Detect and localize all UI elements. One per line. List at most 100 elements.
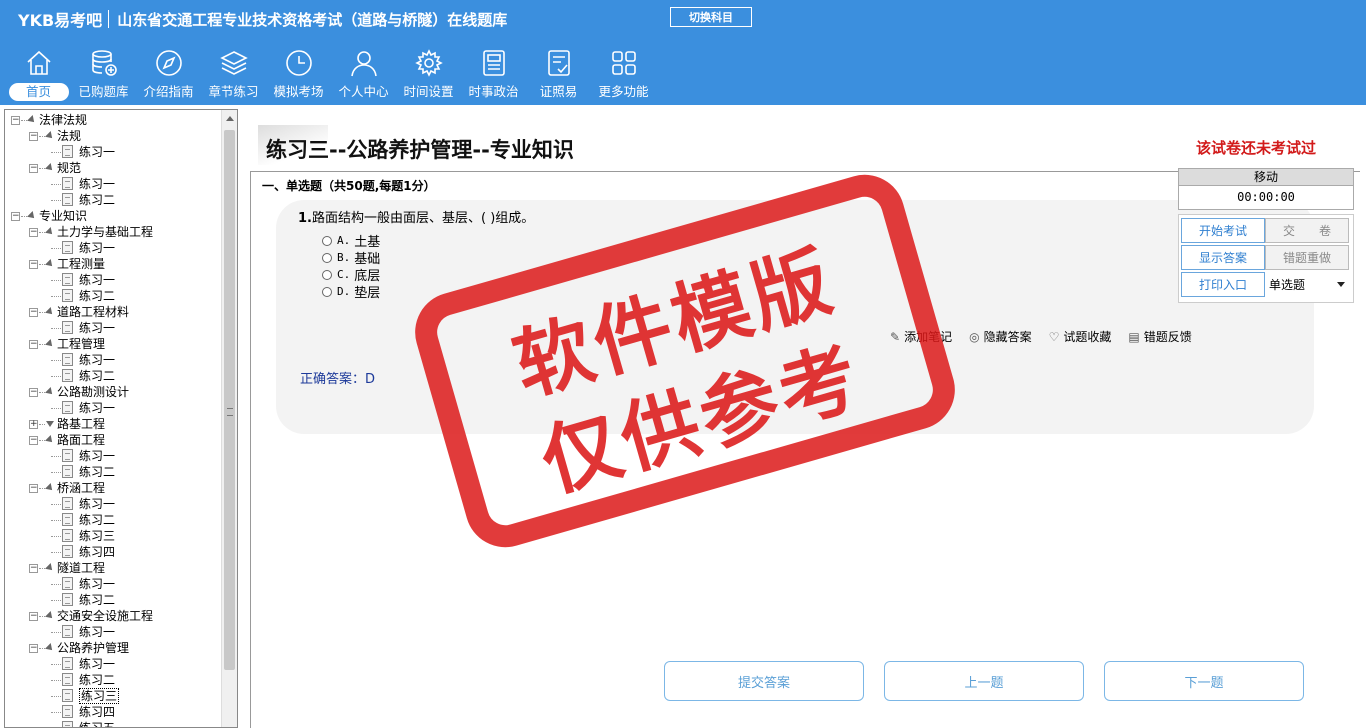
tree-folder-item[interactable]: − 工程测量 — [5, 256, 221, 272]
tree-leaf-item[interactable]: 练习二 — [5, 368, 221, 384]
collapse-icon[interactable]: − — [29, 436, 38, 445]
tree-leaf-item[interactable]: 练习二 — [5, 672, 221, 688]
prev-question-button[interactable]: 上一题 — [884, 661, 1084, 701]
collapse-icon[interactable]: − — [29, 228, 38, 237]
tree-line — [51, 152, 61, 153]
radio-icon[interactable] — [322, 252, 332, 263]
tree-folder-item[interactable]: − 工程管理 — [5, 336, 221, 352]
submit-answer-button[interactable]: 提交答案 — [664, 661, 864, 701]
favorite-button[interactable]: ♡ 试题收藏 — [1049, 328, 1112, 345]
start-exam-button[interactable]: 开始考试 — [1181, 218, 1265, 243]
tree-leaf-item[interactable]: 练习五 — [5, 720, 221, 727]
option-key: D. — [337, 285, 351, 298]
redo-wrong-button[interactable]: 错题重做 — [1265, 245, 1349, 270]
nav-personal-center[interactable]: 个人中心 — [331, 48, 396, 102]
add-note-button[interactable]: ✎ 添加笔记 — [890, 328, 952, 345]
submit-paper-button[interactable]: 交 卷 — [1265, 218, 1349, 243]
tree-leaf-item[interactable]: 练习二 — [5, 192, 221, 208]
nav-certificate[interactable]: 证照易 — [526, 48, 591, 102]
nav-purchased[interactable]: 已购题库 — [71, 48, 136, 102]
tree-leaf-item[interactable]: 练习一 — [5, 272, 221, 288]
tree-folder-item[interactable]: − 隧道工程 — [5, 560, 221, 576]
nav-mock-exam[interactable]: 模拟考场 — [266, 48, 331, 102]
page-icon — [62, 369, 73, 382]
tree-leaf-item[interactable]: 练习一 — [5, 400, 221, 416]
move-handle[interactable]: 移动 — [1178, 168, 1354, 186]
tree-folder-item[interactable]: − 公路勘测设计 — [5, 384, 221, 400]
scroll-up-arrow-icon[interactable] — [226, 116, 234, 121]
nav-more[interactable]: 更多功能 — [591, 48, 656, 102]
tree-folder-item[interactable]: − 规范 — [5, 160, 221, 176]
tree-leaf-item[interactable]: 练习一 — [5, 448, 221, 464]
tree-line — [51, 712, 61, 713]
collapse-icon[interactable]: − — [29, 484, 38, 493]
nav-guide[interactable]: 介绍指南 — [136, 48, 201, 102]
tree-leaf-item[interactable]: 练习四 — [5, 544, 221, 560]
collapse-icon[interactable]: − — [29, 340, 38, 349]
tree-folder-item[interactable]: + 路基工程 — [5, 416, 221, 432]
tree-folder-item[interactable]: − 交通安全设施工程 — [5, 608, 221, 624]
collapse-icon[interactable]: − — [11, 212, 20, 221]
tree-leaf-item[interactable]: 练习二 — [5, 512, 221, 528]
tree-item-label: 练习一 — [79, 241, 116, 255]
collapse-icon[interactable]: − — [29, 164, 38, 173]
radio-icon[interactable] — [322, 286, 332, 297]
tree-leaf-item[interactable]: 练习一 — [5, 496, 221, 512]
collapse-icon[interactable]: − — [29, 260, 38, 269]
tree-item-label: 练习一 — [79, 625, 116, 639]
tree-leaf-item[interactable]: 练习二 — [5, 592, 221, 608]
tree-leaf-item[interactable]: 练习二 — [5, 288, 221, 304]
expand-icon[interactable]: + — [29, 420, 38, 429]
page-icon — [62, 497, 73, 510]
tree-leaf-item[interactable]: 练习一 — [5, 320, 221, 336]
collapse-icon[interactable]: − — [29, 132, 38, 141]
option-d[interactable]: D. 垫层 — [322, 283, 380, 301]
tree-folder-item[interactable]: − 法律法规 — [5, 112, 221, 128]
hide-answer-button[interactable]: ◎ 隐藏答案 — [969, 328, 1032, 345]
tree-line — [51, 408, 61, 409]
show-answer-button[interactable]: 显示答案 — [1181, 245, 1265, 270]
tree-folder-item[interactable]: − 桥涵工程 — [5, 480, 221, 496]
tree-folder-item[interactable]: − 路面工程 — [5, 432, 221, 448]
tree-folder-item[interactable]: − 公路养护管理 — [5, 640, 221, 656]
tree-folder-item[interactable]: − 专业知识 — [5, 208, 221, 224]
tree-leaf-item[interactable]: 练习三 — [5, 688, 221, 704]
radio-icon[interactable] — [322, 235, 332, 246]
tree-leaf-item[interactable]: 练习二 — [5, 464, 221, 480]
nav-home[interactable]: 首页 — [6, 48, 71, 102]
tree-folder-item[interactable]: − 法规 — [5, 128, 221, 144]
collapse-icon[interactable]: − — [29, 388, 38, 397]
tree-folder-item[interactable]: − 土力学与基础工程 — [5, 224, 221, 240]
radio-icon[interactable] — [322, 269, 332, 280]
question-type-select[interactable]: 单选题 — [1265, 272, 1349, 297]
nav-current-affairs[interactable]: 时事政治 — [461, 48, 526, 102]
tree-leaf-item[interactable]: 练习一 — [5, 144, 221, 160]
error-feedback-button[interactable]: ▤ 错题反馈 — [1128, 328, 1191, 345]
scroll-thumb[interactable] — [224, 130, 235, 670]
tree-item-label: 练习一 — [79, 321, 116, 335]
tree-leaf-item[interactable]: 练习四 — [5, 704, 221, 720]
tree-leaf-item[interactable]: 练习一 — [5, 576, 221, 592]
collapse-icon[interactable]: − — [11, 116, 20, 125]
tree-leaf-item[interactable]: 练习三 — [5, 528, 221, 544]
next-question-button[interactable]: 下一题 — [1104, 661, 1304, 701]
print-button[interactable]: 打印入口 — [1181, 272, 1265, 297]
tree-leaf-item[interactable]: 练习一 — [5, 352, 221, 368]
option-a[interactable]: A. 土基 — [322, 232, 380, 250]
tree-leaf-item[interactable]: 练习一 — [5, 624, 221, 640]
tree-scrollbar[interactable] — [221, 110, 237, 727]
option-b[interactable]: B. 基础 — [322, 249, 380, 267]
tree-folder-item[interactable]: − 道路工程材料 — [5, 304, 221, 320]
option-c[interactable]: C. 底层 — [322, 266, 380, 284]
switch-subject-button[interactable]: 切换科目 — [670, 7, 752, 27]
collapse-icon[interactable]: − — [29, 308, 38, 317]
collapse-icon[interactable]: − — [29, 644, 38, 653]
page-icon — [62, 321, 73, 334]
collapse-icon[interactable]: − — [29, 564, 38, 573]
nav-chapter-practice[interactable]: 章节练习 — [201, 48, 266, 102]
nav-time-settings[interactable]: 时间设置 — [396, 48, 461, 102]
tree-leaf-item[interactable]: 练习一 — [5, 240, 221, 256]
tree-leaf-item[interactable]: 练习一 — [5, 656, 221, 672]
collapse-icon[interactable]: − — [29, 612, 38, 621]
tree-leaf-item[interactable]: 练习一 — [5, 176, 221, 192]
